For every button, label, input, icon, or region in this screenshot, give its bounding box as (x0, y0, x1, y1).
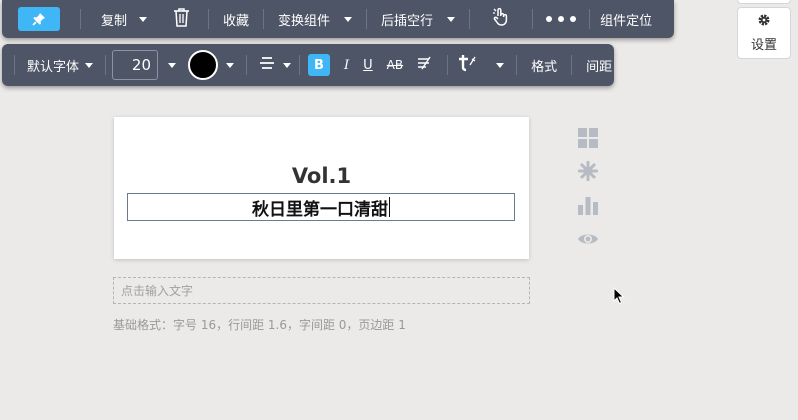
switch-component-label: 变换组件 (278, 13, 331, 29)
font-family-dropdown[interactable]: 默认字体 (15, 44, 105, 86)
format-toolbar: 默认字体 20 B I U AB 格式 间距 (2, 44, 614, 86)
pointer-hand-icon (492, 7, 510, 31)
chevron-down-icon (226, 62, 235, 68)
copy-dropdown-button[interactable] (139, 0, 165, 38)
volume-title: Vol.1 (291, 164, 352, 188)
bold-button[interactable]: B (300, 44, 331, 86)
sparkle-icon[interactable] (577, 160, 599, 182)
spacing-button[interactable]: 间距 (572, 44, 618, 86)
text-color-picker[interactable] (188, 44, 219, 86)
align-button[interactable] (247, 44, 299, 86)
bold-label: B (308, 54, 331, 76)
gear-icon (757, 13, 771, 31)
font-size-value: 20 (131, 56, 152, 74)
panel-tab-stub (737, 0, 791, 4)
format-button[interactable]: 格式 (517, 44, 571, 86)
align-center-icon (259, 56, 275, 74)
mouse-cursor-icon (613, 286, 625, 309)
insert-blank-label: 后插空行 (381, 13, 434, 29)
more-icon (545, 12, 577, 27)
chevron-down-icon (85, 62, 94, 68)
color-swatch (188, 50, 219, 80)
collect-button[interactable]: 收藏 (209, 0, 263, 38)
text-color-dropdown[interactable] (218, 44, 246, 86)
text-effect-button[interactable] (448, 44, 484, 86)
chevron-down-icon (344, 16, 353, 22)
grid-icon[interactable] (577, 127, 599, 149)
strikethrough-button[interactable]: AB (373, 44, 403, 86)
delete-button[interactable] (165, 0, 208, 38)
trash-icon (173, 7, 190, 31)
strike-label: AB (386, 58, 404, 72)
locate-component-button[interactable]: 组件定位 (590, 0, 662, 38)
settings-label: 设置 (750, 38, 777, 53)
clear-format-icon (417, 56, 433, 74)
italic-button[interactable]: I (330, 44, 349, 86)
more-button[interactable] (533, 0, 589, 38)
chevron-down-icon (496, 62, 505, 68)
insert-blank-button[interactable]: 后插空行 (367, 0, 469, 38)
chevron-down-icon (139, 16, 148, 22)
title-text: 秋日里第一口清甜 (252, 199, 388, 220)
bar-chart-icon[interactable] (577, 194, 599, 216)
component-toolbar: 复制 收藏 变换组件 后插空行 组件定位 (2, 0, 674, 38)
pin-button[interactable] (18, 0, 60, 38)
text-effect-dropdown[interactable] (484, 44, 516, 86)
copy-button[interactable]: 复制 (81, 0, 139, 38)
component-card[interactable]: Vol.1 秋日里第一口清甜 (114, 117, 529, 259)
font-family-value: 默认字体 (27, 59, 80, 75)
text-cursor (389, 197, 390, 217)
locate-label: 组件定位 (600, 13, 653, 29)
eye-icon[interactable] (577, 228, 599, 250)
spacing-label: 间距 (586, 59, 613, 75)
clear-format-button[interactable] (403, 44, 433, 86)
pin-icon (18, 7, 60, 31)
underline-label: U (363, 57, 373, 73)
collect-label: 收藏 (223, 13, 250, 29)
chevron-down-icon (447, 16, 456, 22)
select-pointer-button[interactable] (470, 0, 532, 38)
text-input[interactable] (113, 277, 530, 304)
font-size-dropdown[interactable] (158, 44, 188, 86)
base-format-caption: 基础格式：字号 16，行间距 1.6，字间距 0，页边距 1 (113, 318, 406, 332)
chevron-down-icon (168, 62, 177, 68)
font-size-field[interactable]: 20 (106, 44, 159, 86)
copy-label: 复制 (101, 13, 128, 29)
chevron-down-icon (283, 62, 292, 68)
underline-button[interactable]: U (349, 44, 373, 86)
settings-button[interactable]: 设置 (737, 7, 791, 59)
switch-component-button[interactable]: 变换组件 (264, 0, 366, 38)
text-effect-icon (458, 54, 478, 76)
format-label: 格式 (531, 59, 558, 75)
title-text-editor[interactable]: 秋日里第一口清甜 (127, 193, 515, 221)
